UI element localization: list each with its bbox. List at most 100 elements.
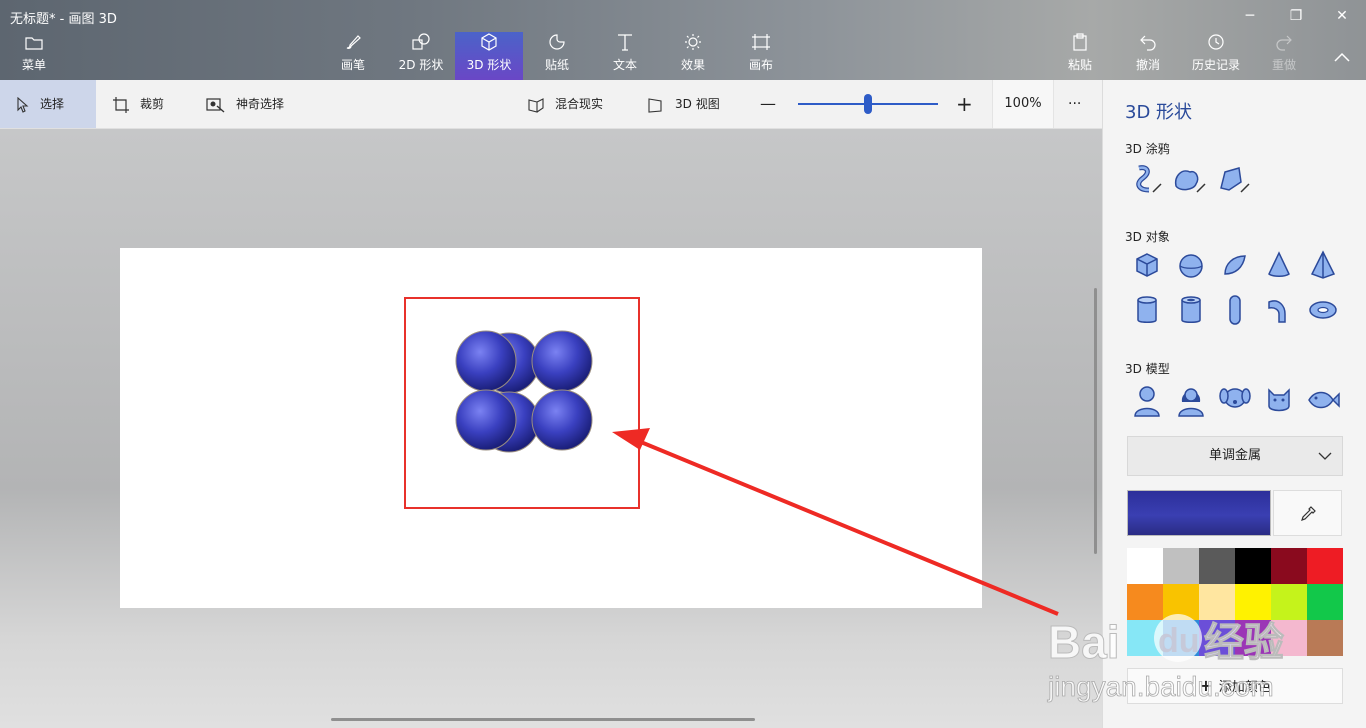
current-color-swatch[interactable] (1127, 490, 1271, 536)
undo-button[interactable]: 撤消 (1116, 32, 1180, 80)
tab-label: 2D 形状 (398, 58, 444, 72)
pyramid-icon[interactable] (1305, 248, 1341, 284)
palette-swatch[interactable] (1307, 584, 1343, 620)
palette-swatch[interactable] (1163, 584, 1199, 620)
more-options-button[interactable]: ··· (1068, 80, 1081, 128)
chevron-up-icon (1334, 52, 1350, 62)
cat-icon[interactable] (1261, 382, 1297, 418)
palette-swatch[interactable] (1199, 584, 1235, 620)
magic-select-button[interactable]: 神奇选择 (206, 80, 284, 128)
collapse-toolbar-button[interactable] (1322, 46, 1362, 70)
curved-tube-icon[interactable] (1261, 292, 1297, 328)
palette-swatch[interactable] (1199, 548, 1235, 584)
add-color-button[interactable]: + 添加颜色 (1127, 668, 1343, 704)
sticker-icon (525, 32, 589, 58)
redo-button[interactable]: 重做 (1252, 32, 1316, 80)
cube-icon[interactable] (1129, 248, 1165, 284)
3d-view-icon (648, 97, 662, 113)
palette-swatch[interactable] (1199, 620, 1235, 656)
select-tool-button[interactable]: 选择 (0, 80, 96, 128)
palette-swatch[interactable] (1271, 548, 1307, 584)
history-label: 历史记录 (1191, 58, 1240, 72)
folder-icon (2, 32, 66, 58)
tab-3d-shapes[interactable]: 3D 形状 (455, 32, 523, 80)
woman-icon[interactable] (1173, 382, 1209, 418)
history-button[interactable]: 历史记录 (1184, 32, 1248, 80)
cylinder-icon[interactable] (1129, 292, 1165, 328)
sphere[interactable] (531, 389, 593, 451)
tab-label: 画布 (748, 58, 773, 72)
paste-button[interactable]: 粘贴 (1048, 32, 1112, 80)
menu-button[interactable]: 菜单 (2, 32, 66, 80)
panel-title: 3D 形状 (1125, 102, 1193, 123)
close-button[interactable]: ✕ (1322, 4, 1362, 28)
minimize-button[interactable]: ─ (1230, 4, 1270, 28)
tab-stickers[interactable]: 贴纸 (525, 32, 589, 80)
tab-text[interactable]: 文本 (593, 32, 657, 80)
zoom-in-button[interactable]: + (956, 80, 973, 128)
eyedropper-icon (1300, 505, 1316, 521)
palette-swatch[interactable] (1127, 620, 1163, 656)
palette-swatch[interactable] (1127, 548, 1163, 584)
3d-view-button[interactable]: 3D 视图 (647, 80, 720, 128)
window-title: 无标题* - 画图 3D (10, 12, 117, 27)
material-dropdown[interactable]: 单调金属 (1127, 436, 1343, 476)
dog-icon[interactable] (1217, 382, 1253, 418)
vertical-scrollbar[interactable] (1094, 288, 1097, 554)
palette-swatch[interactable] (1307, 548, 1343, 584)
sphere-group[interactable] (455, 330, 593, 453)
sphere-icon[interactable] (1173, 248, 1209, 284)
palette-swatch[interactable] (1271, 620, 1307, 656)
palette-swatch[interactable] (1235, 620, 1271, 656)
sphere[interactable] (455, 389, 517, 451)
palette-swatch[interactable] (1235, 548, 1271, 584)
doodle-heading: 3D 涂鸦 (1125, 142, 1170, 156)
donut-icon[interactable] (1305, 292, 1341, 328)
material-value: 单调金属 (1208, 448, 1261, 463)
crop-button[interactable]: 裁剪 (112, 80, 164, 128)
tube-icon[interactable] (1173, 292, 1209, 328)
palette-swatch[interactable] (1271, 584, 1307, 620)
select-label: 选择 (40, 97, 65, 111)
3d-shapes-panel: 3D 形状 3D 涂鸦 3D 对象 3D 模型 单调金属 + 添加颜色 (1102, 80, 1366, 728)
tab-canvas[interactable]: 画布 (729, 32, 793, 80)
tab-effects[interactable]: 效果 (661, 32, 725, 80)
fish-icon[interactable] (1305, 382, 1341, 418)
3d-view-label: 3D 视图 (675, 97, 720, 111)
canvas-content (404, 297, 640, 509)
palette-swatch[interactable] (1163, 548, 1199, 584)
tab-label: 文本 (612, 58, 637, 72)
capsule-icon[interactable] (1217, 292, 1253, 328)
menu-label: 菜单 (21, 58, 46, 72)
zoom-level[interactable]: 100% (992, 80, 1054, 128)
mixed-reality-button[interactable]: 混合现实 (527, 80, 603, 128)
sun-effects-icon (661, 32, 725, 58)
zoom-out-button[interactable]: — (760, 80, 776, 128)
eyedropper-button[interactable] (1273, 490, 1342, 536)
plus-icon: + (1199, 676, 1213, 695)
zoom-slider-thumb[interactable] (864, 94, 872, 114)
palette-swatch[interactable] (1235, 584, 1271, 620)
canvas-crop-icon (729, 32, 793, 58)
palette-swatch[interactable] (1307, 620, 1343, 656)
soft-edge-doodle-icon[interactable] (1171, 162, 1207, 198)
2d-shapes-icon (389, 32, 453, 58)
sharp-edge-doodle-icon[interactable] (1129, 162, 1165, 198)
palette-swatch[interactable] (1127, 584, 1163, 620)
tube-doodle-icon[interactable] (1215, 162, 1251, 198)
add-color-label: 添加颜色 (1218, 680, 1271, 695)
brush-icon (321, 32, 385, 58)
hemisphere-icon[interactable] (1217, 248, 1253, 284)
horizontal-scrollbar[interactable] (331, 718, 755, 721)
models-heading: 3D 模型 (1125, 362, 1170, 376)
drawing-canvas[interactable] (120, 248, 982, 608)
sphere[interactable] (455, 330, 517, 392)
cone-icon[interactable] (1261, 248, 1297, 284)
sphere[interactable] (531, 330, 593, 392)
tab-2d-shapes[interactable]: 2D 形状 (389, 32, 453, 80)
man-icon[interactable] (1129, 382, 1165, 418)
restore-button[interactable]: ❐ (1276, 4, 1316, 28)
tab-brushes[interactable]: 画笔 (321, 32, 385, 80)
palette-swatch[interactable] (1163, 620, 1199, 656)
cursor-icon (17, 96, 29, 113)
